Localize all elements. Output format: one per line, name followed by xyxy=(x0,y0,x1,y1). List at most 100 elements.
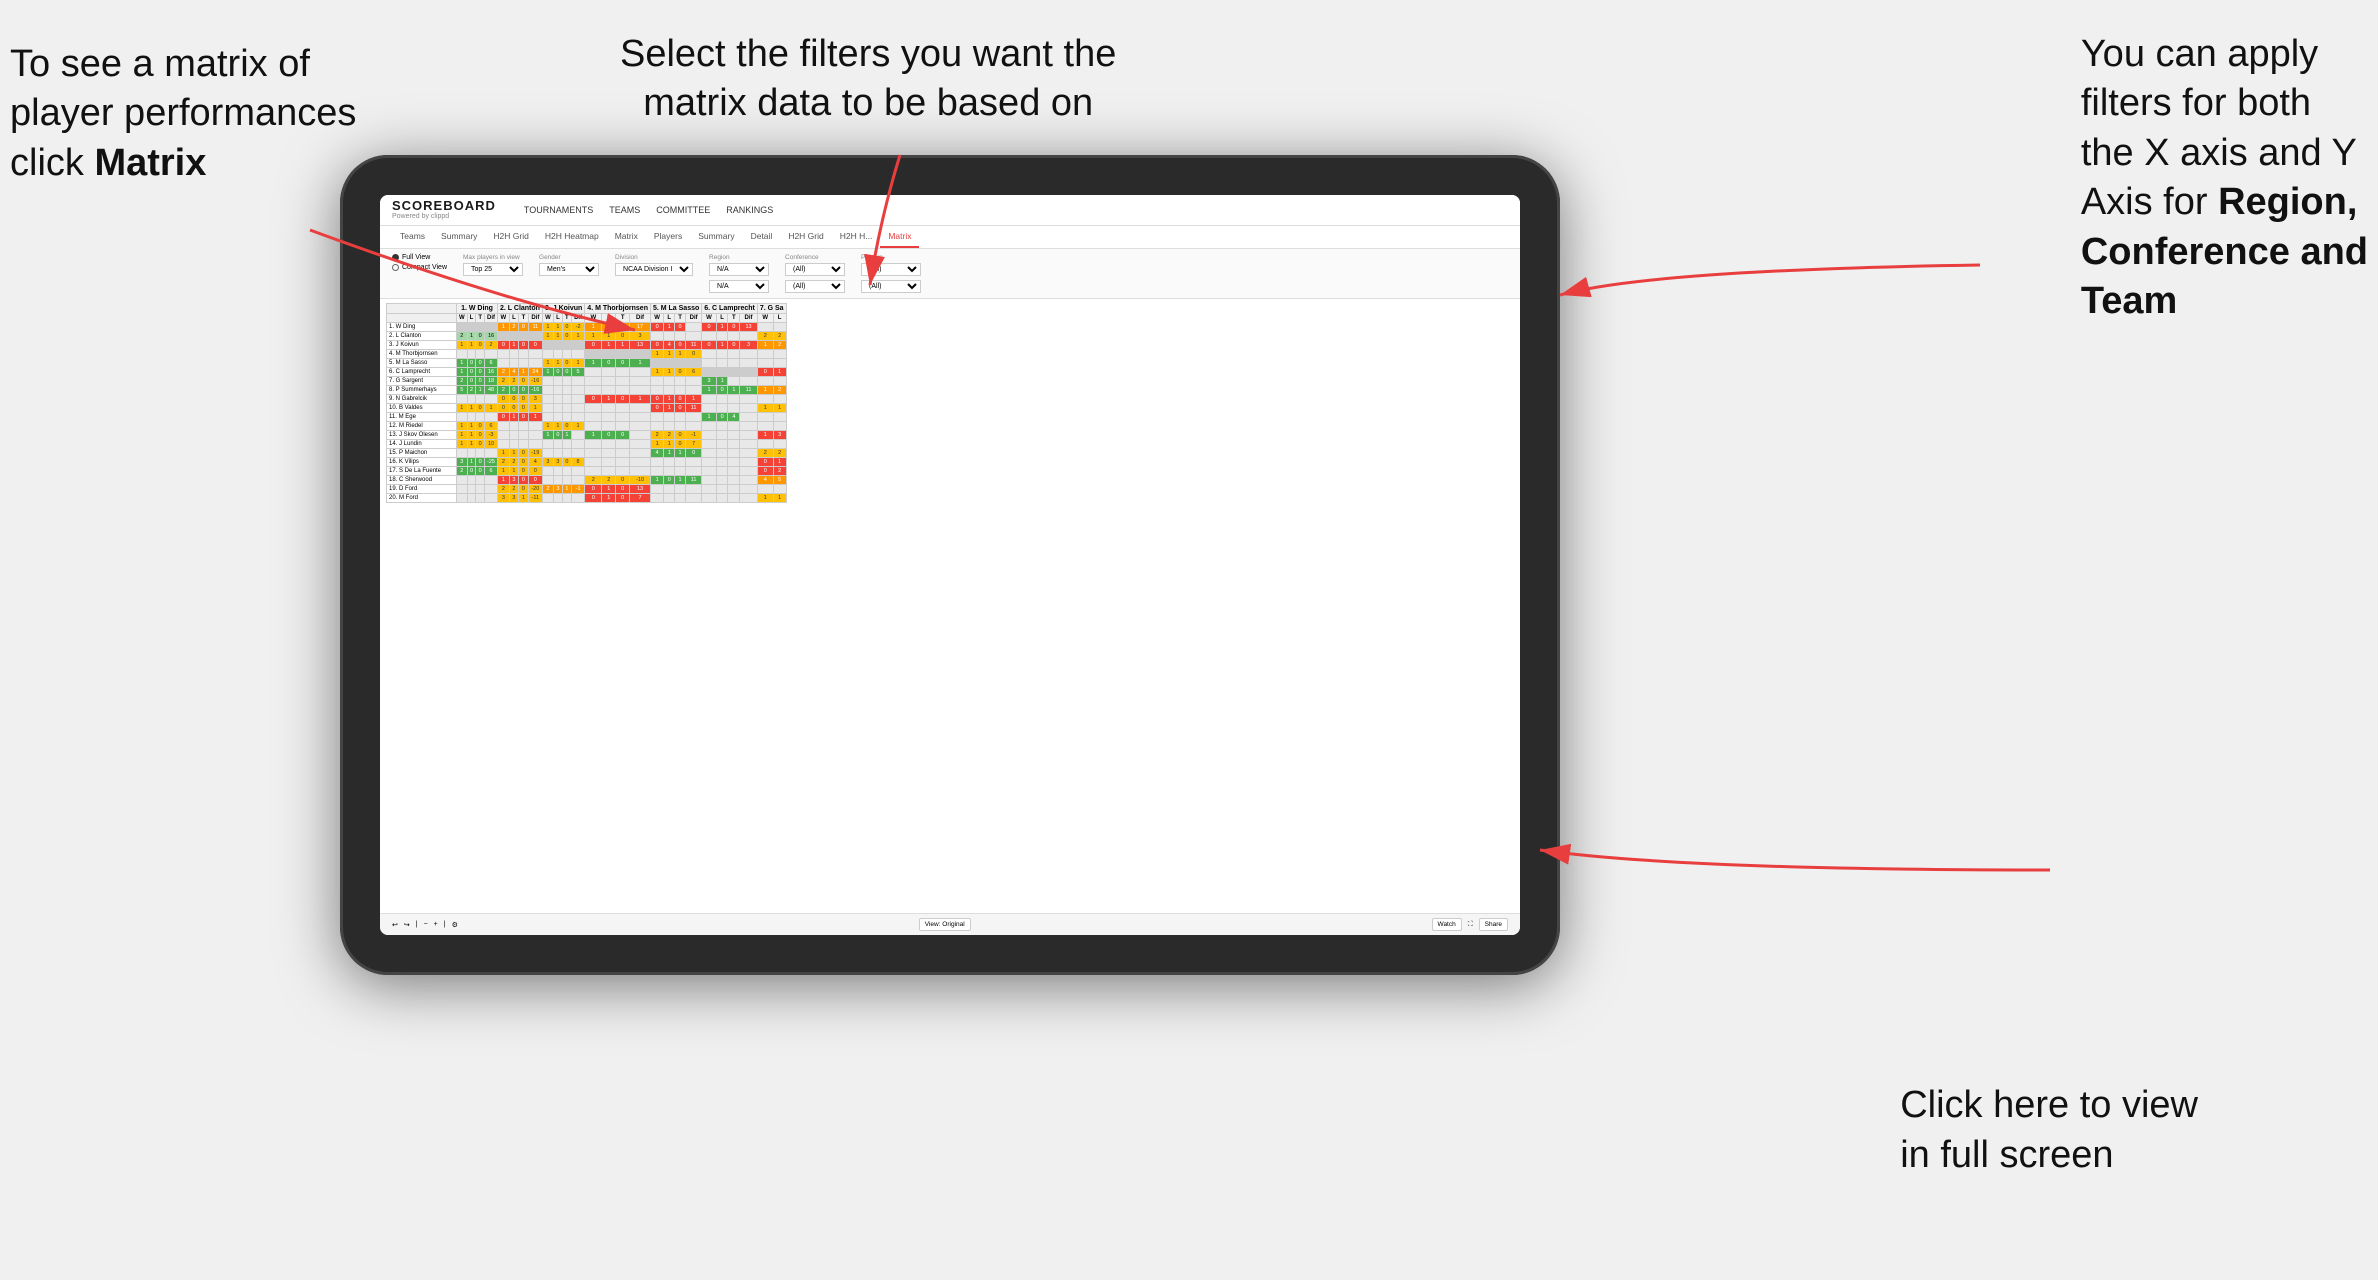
nav-teams[interactable]: TEAMS xyxy=(609,203,640,217)
matrix-cell xyxy=(585,376,602,385)
players-select-2[interactable]: (All) xyxy=(861,280,921,293)
matrix-cell xyxy=(675,421,686,430)
conference-select-1[interactable]: (All) xyxy=(785,263,845,276)
matrix-cell xyxy=(686,376,702,385)
matrix-cell: 1 xyxy=(602,394,616,403)
matrix-cell xyxy=(562,349,571,358)
matrix-cell xyxy=(553,439,562,448)
matrix-cell: 0 xyxy=(616,493,630,502)
matrix-cell xyxy=(509,358,519,367)
matrix-cell: 0 xyxy=(509,403,519,412)
player-name-cell: 1. W Ding xyxy=(387,322,457,331)
matrix-cell xyxy=(498,358,510,367)
nav-tournaments[interactable]: TOURNAMENTS xyxy=(524,203,593,217)
tab-teams[interactable]: Teams xyxy=(392,226,433,248)
matrix-cell: 0 xyxy=(650,403,663,412)
matrix-cell: 0 xyxy=(476,403,485,412)
matrix-cell xyxy=(476,322,485,331)
matrix-cell: 2 xyxy=(467,385,476,394)
matrix-cell: 7 xyxy=(686,439,702,448)
screen-icon[interactable]: ⛶ xyxy=(1468,921,1473,929)
full-view-radio[interactable] xyxy=(392,254,399,261)
matrix-cell: 1 xyxy=(553,421,562,430)
tab-h2h-grid[interactable]: H2H Grid xyxy=(485,226,536,248)
filter-max-players: Max players in view Top 25 xyxy=(463,254,523,276)
col3-l: L xyxy=(553,313,562,322)
matrix-cell: 1 xyxy=(675,448,686,457)
tab-detail[interactable]: Detail xyxy=(743,226,781,248)
zoom-out-icon[interactable]: − xyxy=(424,921,428,928)
matrix-cell xyxy=(664,385,675,394)
nav-committee[interactable]: COMMITTEE xyxy=(656,203,710,217)
compact-view-radio[interactable] xyxy=(392,264,399,271)
matrix-cell: 0 xyxy=(498,403,510,412)
region-select-2[interactable]: N/A xyxy=(709,280,769,293)
gender-select[interactable]: Men's xyxy=(539,263,599,276)
matrix-cell: 0 xyxy=(562,358,571,367)
player-name-cell: 19. D Ford xyxy=(387,484,457,493)
tab-h2h-grid-2[interactable]: H2H Grid xyxy=(780,226,831,248)
sub-nav: Teams Summary H2H Grid H2H Heatmap Matri… xyxy=(380,226,1520,249)
matrix-cell xyxy=(728,358,740,367)
matrix-cell xyxy=(728,376,740,385)
max-players-select[interactable]: Top 25 xyxy=(463,263,523,276)
matrix-cell xyxy=(702,466,716,475)
matrix-cell xyxy=(616,367,630,376)
matrix-cell xyxy=(476,448,485,457)
tab-summary-2[interactable]: Summary xyxy=(690,226,742,248)
matrix-cell: 2 xyxy=(773,331,786,340)
full-view-option[interactable]: Full View xyxy=(392,254,447,261)
matrix-cell xyxy=(630,376,651,385)
conference-select-2[interactable]: (All) xyxy=(785,280,845,293)
watch-button[interactable]: Watch xyxy=(1432,918,1462,931)
tab-h2h-h[interactable]: H2H H... xyxy=(832,226,881,248)
view-original-button[interactable]: View: Original xyxy=(919,918,971,931)
matrix-cell: 2 xyxy=(457,466,468,475)
undo-icon[interactable]: ↩ xyxy=(392,921,398,929)
matrix-cell: 0 xyxy=(562,322,571,331)
matrix-cell xyxy=(542,349,553,358)
matrix-cell: 0 xyxy=(602,358,616,367)
matrix-cell: 3 xyxy=(542,457,553,466)
settings-icon[interactable]: ⚙ xyxy=(452,921,458,929)
matrix-cell xyxy=(686,493,702,502)
compact-view-option[interactable]: Compact View xyxy=(392,264,447,271)
tab-matrix-1[interactable]: Matrix xyxy=(607,226,646,248)
matrix-cell xyxy=(519,358,529,367)
matrix-cell xyxy=(562,340,571,349)
division-select[interactable]: NCAA Division I xyxy=(615,263,693,276)
matrix-cell: 24 xyxy=(528,367,542,376)
matrix-cell xyxy=(675,493,686,502)
region-select-1[interactable]: N/A xyxy=(709,263,769,276)
players-select-1[interactable]: (All) xyxy=(861,263,921,276)
matrix-cell: 7 xyxy=(630,493,651,502)
matrix-cell: 1 xyxy=(675,349,686,358)
matrix-cell: 0 xyxy=(602,430,616,439)
tab-players[interactable]: Players xyxy=(646,226,690,248)
table-row: 20. M Ford331-11010711 xyxy=(387,493,787,502)
matrix-cell xyxy=(509,349,519,358)
matrix-cell: 0 xyxy=(467,376,476,385)
redo-icon[interactable]: ↪ xyxy=(404,921,410,929)
zoom-in-icon[interactable]: + xyxy=(434,921,438,928)
matrix-cell: 1 xyxy=(528,403,542,412)
share-button[interactable]: Share xyxy=(1479,918,1508,931)
tab-h2h-heatmap[interactable]: H2H Heatmap xyxy=(537,226,607,248)
tab-summary[interactable]: Summary xyxy=(433,226,485,248)
matrix-cell xyxy=(702,430,716,439)
matrix-cell: 1 xyxy=(553,331,562,340)
matrix-cell xyxy=(553,385,562,394)
matrix-cell: 13 xyxy=(740,322,758,331)
matrix-cell xyxy=(616,349,630,358)
matrix-cell: 1 xyxy=(519,367,529,376)
matrix-cell xyxy=(571,340,584,349)
matrix-scroll-area[interactable]: 1. W Ding 2. L Clanton 3. J Koivun 4. M … xyxy=(380,299,1520,913)
matrix-cell xyxy=(675,466,686,475)
matrix-cell xyxy=(585,421,602,430)
matrix-cell xyxy=(650,412,663,421)
col-header-5: 5. M La Sasso xyxy=(650,303,701,313)
tab-matrix-active[interactable]: Matrix xyxy=(880,226,919,248)
matrix-cell: 1 xyxy=(773,367,786,376)
matrix-cell xyxy=(553,376,562,385)
nav-rankings[interactable]: RANKINGS xyxy=(726,203,773,217)
